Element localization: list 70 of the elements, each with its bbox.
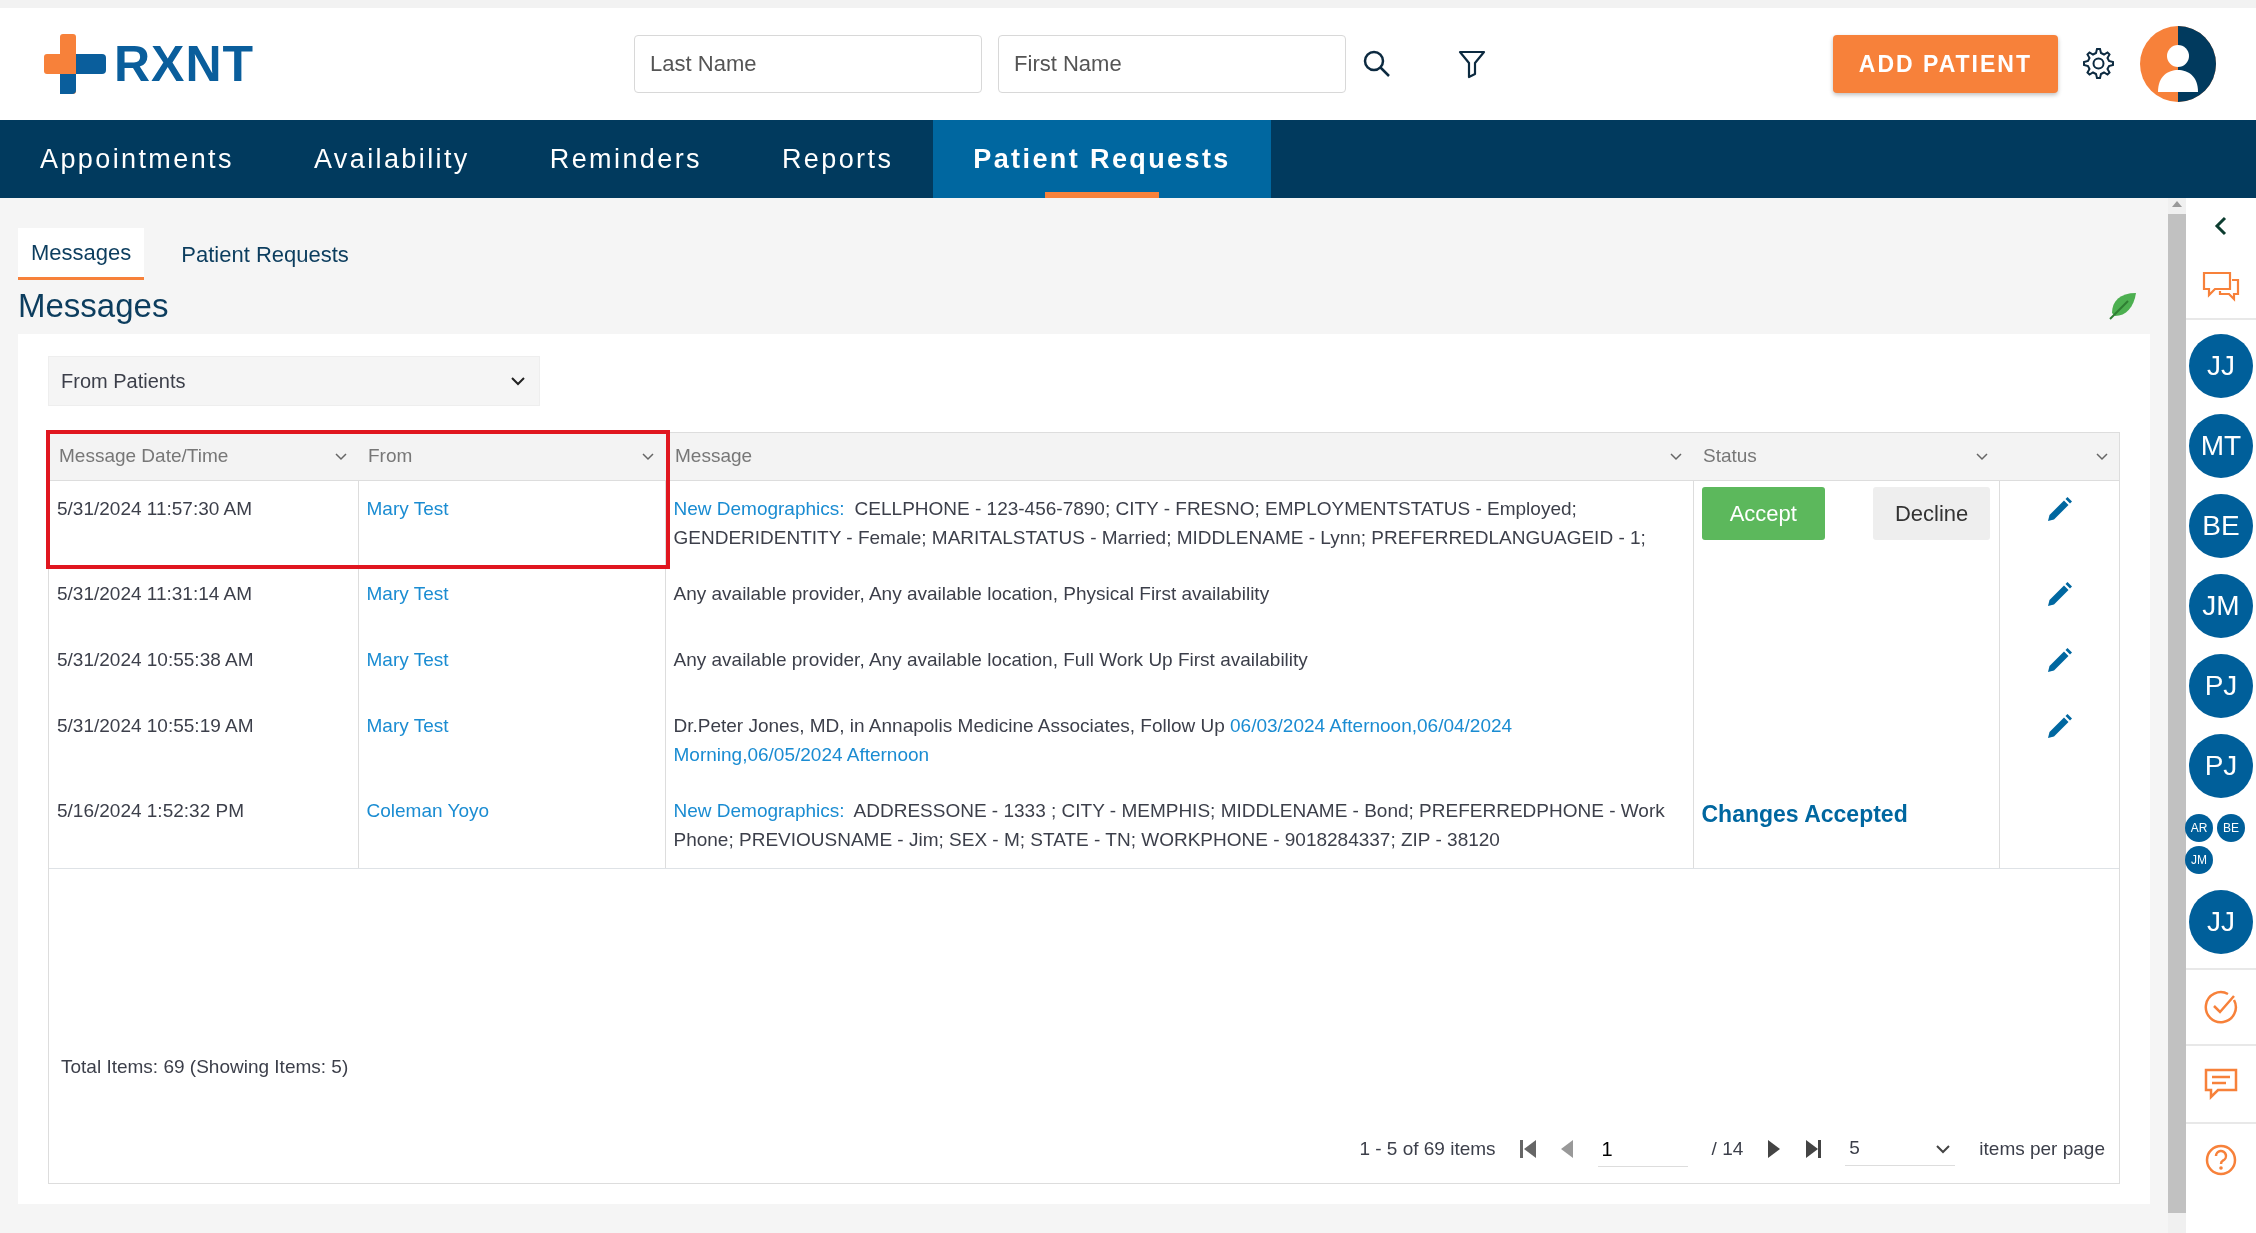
search-field[interactable]: Last Name bbox=[634, 35, 983, 93]
contact-avatar[interactable]: MT bbox=[2189, 414, 2253, 478]
message-text: Any available provider, Any available location, Full Work Up First availability bbox=[673, 649, 1308, 671]
contact-avatar[interactable]: JM bbox=[2185, 846, 2213, 874]
message-link[interactable]: New Demographics: bbox=[673, 495, 845, 524]
contact-avatar[interactable]: JJ bbox=[2189, 890, 2253, 954]
pager-range: 1 - 5 of 69 items bbox=[1359, 1136, 1496, 1161]
contact-avatar[interactable]: PJ bbox=[2189, 654, 2253, 718]
settings-icon[interactable] bbox=[2082, 47, 2116, 81]
sub-tab[interactable]: Patient Requests bbox=[168, 228, 362, 280]
first-page-icon[interactable] bbox=[1519, 1139, 1536, 1160]
message-icon[interactable] bbox=[2204, 1068, 2238, 1100]
collapse-icon[interactable] bbox=[2214, 216, 2228, 236]
sender-link[interactable]: Mary Test bbox=[366, 715, 449, 737]
contact-avatar[interactable]: BE bbox=[2189, 494, 2253, 558]
filter-icon[interactable] bbox=[1458, 49, 1487, 79]
status-text: Changes Accepted bbox=[1701, 801, 1908, 828]
chevron-down-icon[interactable] bbox=[334, 450, 348, 463]
sub-tab[interactable]: Messages bbox=[18, 228, 145, 280]
page-number-field[interactable]: 1 bbox=[1597, 1131, 1688, 1167]
sender-link[interactable]: Mary Test bbox=[366, 498, 449, 520]
table-cell: 5/16/2024 1:52:32 PM bbox=[57, 800, 244, 822]
message-link[interactable]: 06/03/2024 Afternoon,06/04/2024 bbox=[1230, 712, 1513, 741]
sender-link[interactable]: Mary Test bbox=[366, 583, 449, 605]
chevron-down-icon[interactable] bbox=[2095, 450, 2109, 463]
message-text: New Demographics: CELLPHONE - 123-456-7890; CITY - FRESNO; EMPLOYMENTSTATUS - Employed; GENDERIDENTITY - Female; MARITALSTATUS - Married; MIDDLENAME - Lynn; PREFERREDLANGUAGEID - 1; bbox=[673, 498, 1646, 548]
last-page-icon[interactable] bbox=[1805, 1139, 1822, 1160]
per-page-label: items per page bbox=[1979, 1136, 2105, 1161]
contact-avatar[interactable]: BE bbox=[2217, 814, 2245, 842]
next-page-icon[interactable] bbox=[1767, 1139, 1782, 1160]
logo-text: RXNT bbox=[114, 34, 255, 94]
user-avatar[interactable] bbox=[2140, 26, 2216, 102]
column-header[interactable]: From bbox=[368, 442, 413, 471]
check-circle-icon[interactable] bbox=[2204, 990, 2238, 1024]
sender-link[interactable]: Coleman Yoyo bbox=[366, 800, 490, 822]
sender-link[interactable]: Mary Test bbox=[366, 649, 449, 671]
help-icon[interactable] bbox=[2205, 1144, 2237, 1176]
chevron-down-icon[interactable] bbox=[1975, 450, 1989, 463]
message-text: New Demographics: ADDRESSONE - 1333 ; CITY - MEMPHIS; MIDDLENAME - Bond; PREFERREDPHONE - Work Phone; PREVIOUSNAME - Jim; SEX - M; STATE - TN; WORKPHONE - 9018284337; ZIP - 38120 bbox=[673, 800, 1665, 850]
page-count: / 14 bbox=[1711, 1136, 1744, 1161]
table-cell: 5/31/2024 11:57:30 AM bbox=[57, 498, 253, 520]
nav-tab[interactable]: Reports bbox=[741, 120, 934, 198]
nav-tab[interactable]: Reminders bbox=[509, 120, 742, 198]
nav-tab[interactable]: Appointments bbox=[0, 120, 274, 198]
scrollbar-thumb[interactable] bbox=[2168, 214, 2186, 1213]
nav-tab[interactable]: Patient Requests bbox=[933, 120, 1271, 198]
contact-avatar[interactable]: JJ bbox=[2189, 334, 2253, 398]
contact-avatar[interactable]: PJ bbox=[2189, 734, 2253, 798]
table-cell: 5/31/2024 11:31:14 AM bbox=[57, 583, 253, 605]
logo-icon bbox=[44, 34, 106, 94]
leaf-icon bbox=[2108, 290, 2138, 321]
chevron-down-icon[interactable] bbox=[1669, 450, 1683, 463]
contact-avatar[interactable]: JM bbox=[2189, 574, 2253, 638]
table-cell: 5/31/2024 10:55:19 AM bbox=[57, 715, 254, 737]
decline-button[interactable]: Decline bbox=[1872, 487, 1991, 541]
table-cell: 5/31/2024 10:55:38 AM bbox=[57, 649, 254, 671]
contact-avatar[interactable]: AR bbox=[2185, 814, 2213, 842]
column-header[interactable]: Message bbox=[675, 442, 753, 471]
chat-icon[interactable] bbox=[2201, 270, 2241, 302]
page-size-dropdown[interactable]: 5 bbox=[1845, 1132, 1956, 1166]
column-header[interactable]: Status bbox=[1703, 442, 1757, 471]
nav-tab[interactable]: Availability bbox=[273, 120, 510, 198]
previous-page-icon[interactable] bbox=[1559, 1139, 1574, 1160]
search-field[interactable]: First Name bbox=[998, 35, 1347, 93]
message-filter-dropdown[interactable]: From Patients bbox=[48, 355, 540, 406]
total-items-text: Total Items: 69 (Showing Items: 5) bbox=[60, 1055, 350, 1080]
chevron-down-icon[interactable] bbox=[641, 450, 655, 463]
message-link[interactable]: New Demographics: bbox=[673, 797, 845, 826]
page-title: Messages bbox=[18, 286, 169, 326]
message-text: Any available provider, Any available location, Physical First availability bbox=[673, 583, 1270, 605]
